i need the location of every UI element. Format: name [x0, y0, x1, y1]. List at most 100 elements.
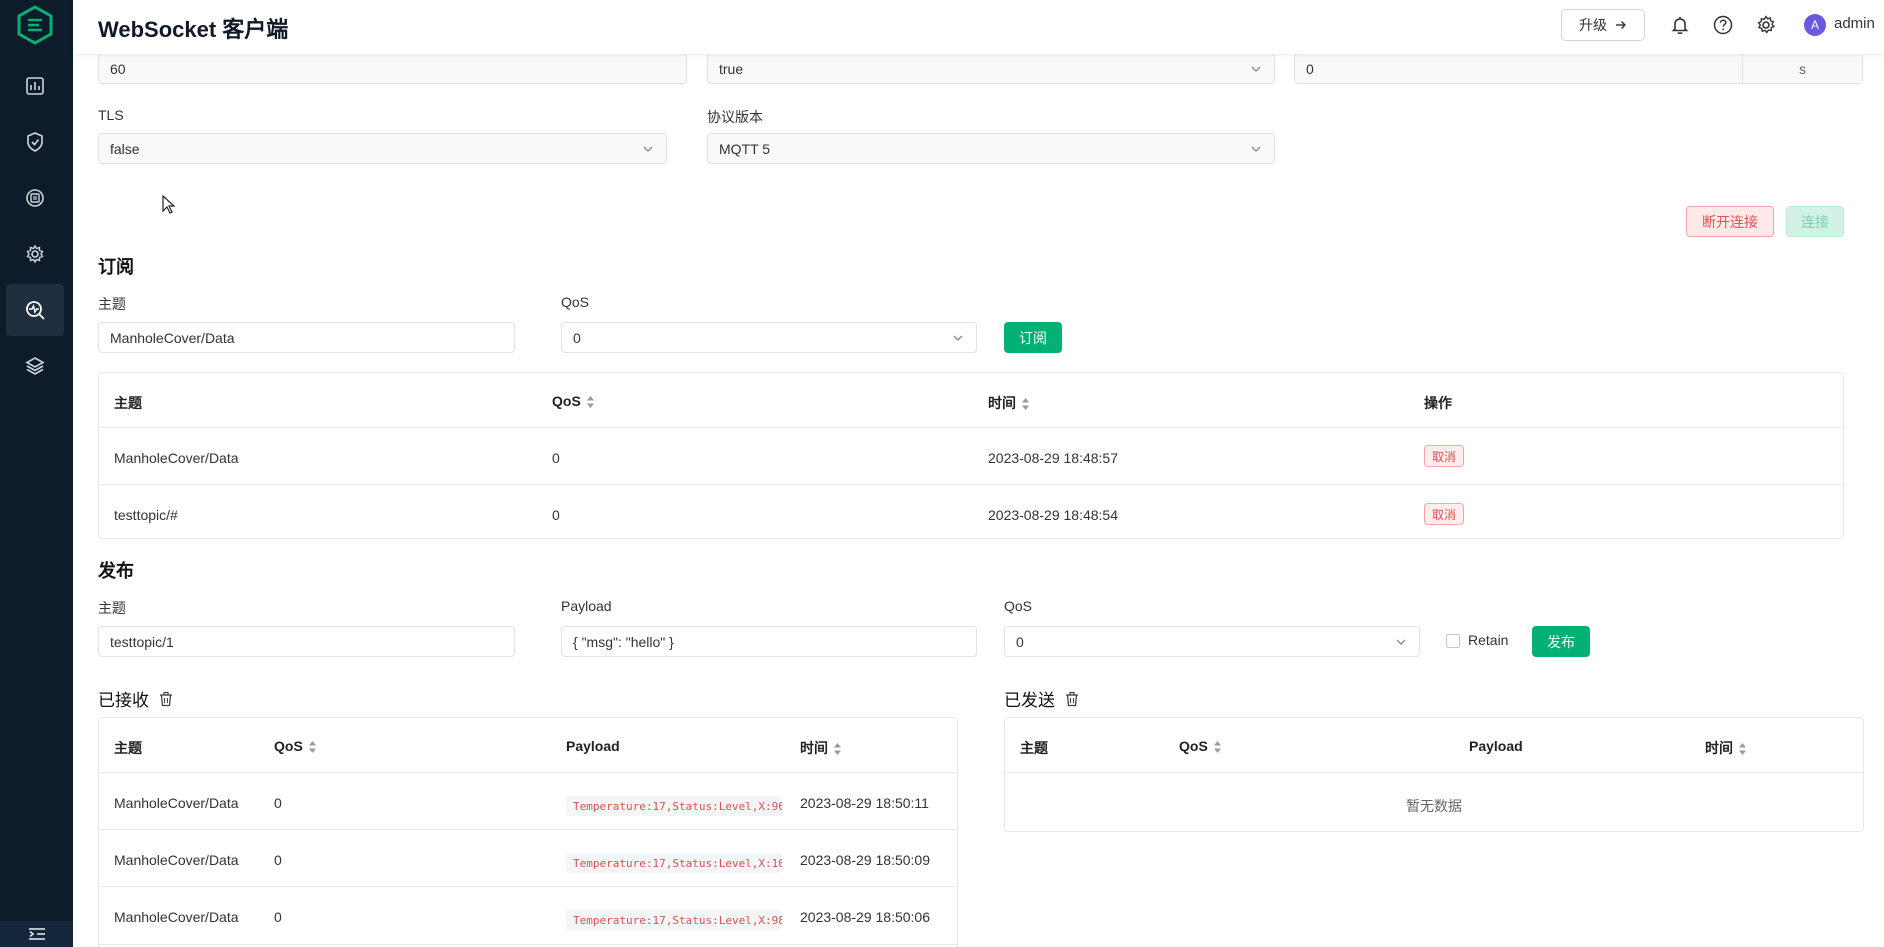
subscribe-button[interactable]: 订阅 [1004, 322, 1062, 353]
subscribe-qos-value: 0 [573, 329, 581, 346]
subscribe-qos-select[interactable]: 0 [561, 322, 977, 353]
collapse-icon [28, 928, 45, 940]
received-cell-topic: ManholeCover/Data [114, 795, 239, 811]
subscribe-section-title: 订阅 [98, 257, 134, 277]
received-cell-time: 2023-08-29 18:50:11 [800, 795, 929, 811]
subscribe-topic-label: 主题 [98, 296, 126, 312]
payload-value: { "msg": "hello" } [573, 633, 674, 650]
received-header-payload: Payload [566, 738, 620, 754]
clean-start-select[interactable]: true [707, 53, 1275, 84]
received-header-qos[interactable]: QoS [274, 738, 317, 754]
publish-topic-input[interactable]: testtopic/1 [98, 626, 515, 657]
session-expiry-input[interactable]: 0 s [1294, 53, 1863, 84]
page-title: WebSocket 客户端 [98, 17, 289, 42]
cursor-icon [162, 195, 176, 214]
table-cell-time: 2023-08-29 18:48:57 [988, 450, 1118, 466]
bell-icon[interactable] [1669, 14, 1691, 36]
sent-title: 已发送 [1004, 691, 1055, 710]
sent-header-qos[interactable]: QoS [1179, 738, 1222, 754]
disconnect-button[interactable]: 断开连接 [1686, 206, 1774, 237]
tls-value: false [110, 140, 140, 157]
subscribe-topic-input[interactable]: ManholeCover/Data [98, 322, 515, 353]
layers-icon [25, 357, 45, 375]
gear-cog-icon [26, 244, 44, 264]
subscribe-qos-label: QoS [561, 294, 590, 310]
sidebar-item-extensions[interactable] [6, 340, 64, 392]
sent-header-time[interactable]: 时间 [1705, 738, 1747, 758]
sort-icon [1739, 743, 1746, 756]
table-cell-topic: testtopic/# [114, 507, 178, 523]
chevron-down-icon [1396, 639, 1406, 645]
table-header-time[interactable]: 时间 [988, 393, 1030, 413]
subscriptions-table: 主题 QoS 时间 操作 ManholeCover/Data 0 2023-08… [98, 372, 1844, 539]
protocol-label: 协议版本 [707, 109, 763, 125]
empty-state: 暂无数据 [1406, 798, 1462, 814]
trash-icon[interactable] [1064, 691, 1080, 707]
sort-icon [308, 741, 316, 754]
upgrade-button[interactable]: 升级 [1561, 9, 1645, 41]
sidebar [0, 0, 73, 947]
main-content: 60 true 0 s TLS false 协议版本 MQTT 5 断开连接 连… [98, 53, 1868, 947]
payload-input[interactable]: { "msg": "hello" } [561, 626, 977, 657]
keepalive-input[interactable]: 60 [98, 53, 687, 84]
received-cell-qos: 0 [274, 852, 282, 868]
received-cell-payload: Temperature:17,Status:Level,X:96 [566, 796, 782, 816]
received-header-topic: 主题 [114, 740, 142, 756]
received-qos-text: QoS [274, 738, 303, 754]
sidebar-item-management[interactable] [6, 228, 64, 280]
unsubscribe-button[interactable]: 取消 [1424, 445, 1465, 467]
retain-label: Retain [1468, 632, 1509, 648]
arrow-right-icon [1616, 21, 1626, 29]
username[interactable]: admin [1834, 15, 1875, 32]
chevron-down-icon [1251, 66, 1261, 72]
sidebar-item-cluster[interactable] [6, 172, 64, 224]
received-header-time[interactable]: 时间 [800, 738, 842, 758]
received-cell-time: 2023-08-29 18:50:06 [800, 909, 930, 925]
connect-button[interactable]: 连接 [1786, 206, 1844, 237]
help-icon[interactable] [1712, 14, 1734, 36]
payload-label: Payload [561, 598, 612, 614]
sidebar-item-access-control[interactable] [6, 116, 64, 168]
received-table: 主题 QoS Payload 时间 ManholeCover/Data 0 Te… [98, 717, 958, 947]
received-cell-topic: ManholeCover/Data [114, 909, 239, 925]
received-time-text: 时间 [800, 740, 828, 756]
sidebar-item-dashboard[interactable] [6, 60, 64, 112]
session-expiry-unit: s [1742, 54, 1862, 83]
diagnose-icon [26, 301, 45, 320]
sent-qos-text: QoS [1179, 738, 1208, 754]
top-header: WebSocket 客户端 升级 A admin [73, 0, 1884, 54]
publish-qos-select[interactable]: 0 [1004, 626, 1420, 657]
table-header-topic: 主题 [114, 395, 142, 411]
publish-qos-label: QoS [1004, 598, 1033, 614]
header-time-text: 时间 [988, 395, 1016, 411]
publish-button[interactable]: 发布 [1532, 626, 1590, 657]
table-cell-qos: 0 [552, 450, 560, 466]
chevron-down-icon [1251, 146, 1261, 152]
header-qos-text: QoS [552, 393, 581, 409]
table-header-qos[interactable]: QoS [552, 393, 595, 409]
sidebar-collapse-button[interactable] [0, 921, 73, 947]
sent-time-text: 时间 [1705, 740, 1733, 756]
logo-icon [17, 5, 53, 45]
session-expiry-value: 0 [1306, 60, 1314, 77]
keepalive-value: 60 [110, 60, 126, 77]
sent-table: 主题 QoS Payload 时间 暂无数据 [1004, 717, 1864, 832]
received-cell-qos: 0 [274, 909, 282, 925]
trash-icon[interactable] [158, 691, 174, 707]
sort-icon [834, 743, 841, 756]
received-cell-time: 2023-08-29 18:50:09 [800, 852, 930, 868]
received-header: 已接收 [98, 686, 174, 711]
unsubscribe-button[interactable]: 取消 [1424, 503, 1465, 525]
sent-header: 已发送 [1004, 686, 1080, 711]
sort-icon [586, 396, 594, 409]
sidebar-item-diagnose[interactable] [6, 284, 64, 336]
table-cell-topic: ManholeCover/Data [114, 450, 239, 466]
protocol-select[interactable]: MQTT 5 [707, 133, 1275, 164]
retain-checkbox[interactable] [1446, 634, 1460, 648]
settings-icon[interactable] [1755, 14, 1777, 36]
tls-select[interactable]: false [98, 133, 667, 164]
received-cell-qos: 0 [274, 795, 282, 811]
dashboard-icon [26, 77, 44, 95]
avatar[interactable]: A [1804, 14, 1826, 36]
received-cell-topic: ManholeCover/Data [114, 852, 239, 868]
